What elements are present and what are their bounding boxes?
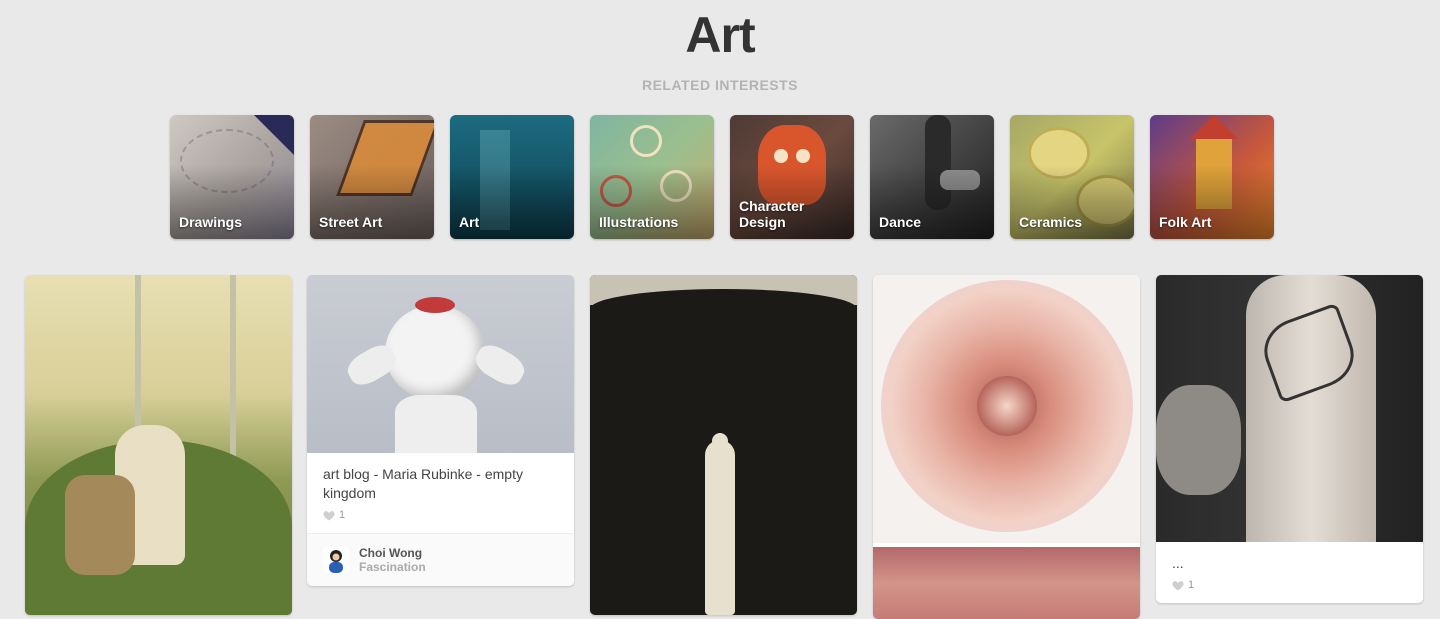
interest-illustrations[interactable]: Illustrations [590,115,714,239]
pin-image[interactable] [1156,275,1423,542]
like-count: 1 [1188,579,1195,591]
interest-character-design[interactable]: Character Design [730,115,854,239]
pin-description: ... [1172,555,1184,571]
pinner-info[interactable]: Choi Wong Fascination [307,533,574,586]
interest-label: Ceramics [1019,214,1083,230]
page-title: Art [685,7,755,63]
interest-label: Folk Art [1159,214,1212,230]
pinner-name[interactable]: Choi Wong [359,546,426,560]
like-count: 1 [339,509,346,521]
interest-label: Art [459,214,480,230]
pin-card[interactable] [873,275,1140,619]
pin-description: art blog - Maria Rubinke - empty kingdom [323,466,523,501]
pin-likes[interactable]: 1 [1156,573,1423,603]
interest-label: Illustrations [599,214,679,230]
pin-card[interactable]: art blog - Maria Rubinke - empty kingdom… [307,275,574,586]
pin-card[interactable] [590,275,857,615]
interest-label: Character Design [739,198,805,230]
pinner-board[interactable]: Fascination [359,560,426,574]
interest-label: Street Art [319,214,383,230]
pin-likes[interactable]: 1 [307,503,574,533]
pin-image[interactable] [873,547,1140,619]
pin-image[interactable] [873,275,1140,543]
pin-image[interactable] [307,275,574,453]
interest-ceramics[interactable]: Ceramics [1010,115,1134,239]
pin-card[interactable]: ... 1 [1156,275,1423,603]
interest-label: Dance [879,214,922,230]
related-interests-row: Drawings Street Art Art Illustrations Ch… [170,115,1274,239]
pin-card[interactable] [25,275,292,615]
interest-art[interactable]: Art [450,115,574,239]
pin-image[interactable] [25,275,292,615]
heart-icon [323,510,335,520]
heart-icon [1172,580,1184,590]
pin-image[interactable] [590,275,857,615]
avatar[interactable] [323,547,349,573]
interest-dance[interactable]: Dance [870,115,994,239]
interest-label: Drawings [179,214,243,230]
interest-folk-art[interactable]: Folk Art [1150,115,1274,239]
interest-street-art[interactable]: Street Art [310,115,434,239]
interest-drawings[interactable]: Drawings [170,115,294,239]
related-interests-heading: RELATED INTERESTS [641,77,799,93]
